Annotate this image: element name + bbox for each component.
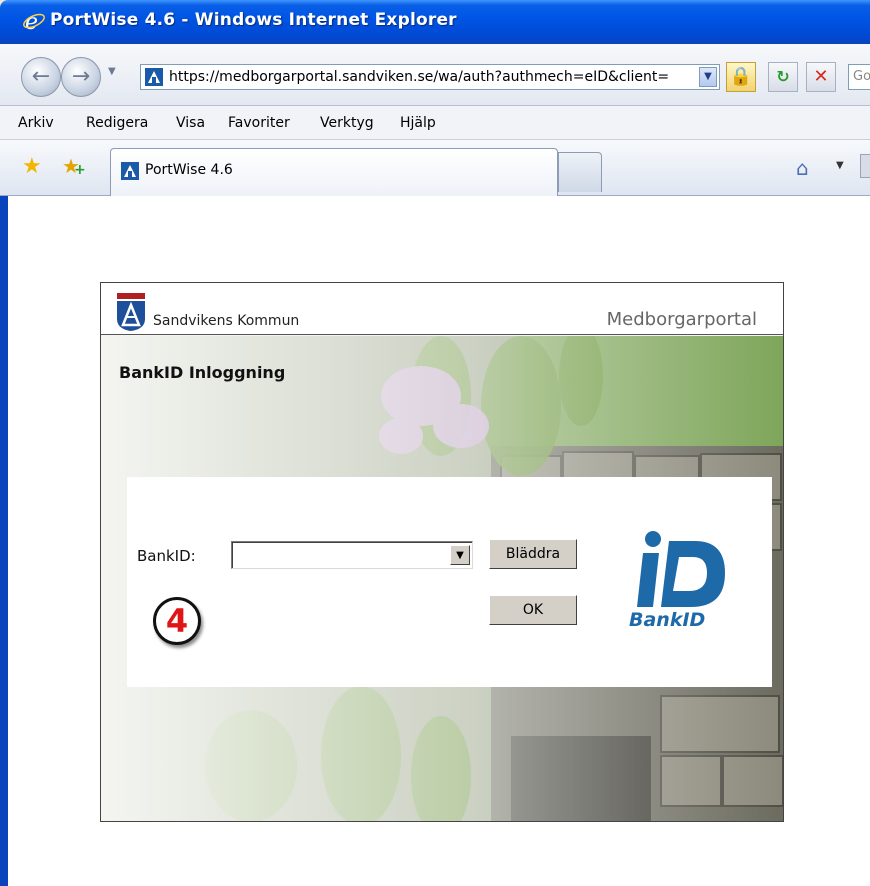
login-form: BankID: ▼ Bläddra OK 4 BankID	[127, 477, 772, 687]
chevron-down-icon: ▼	[456, 550, 464, 561]
ok-button[interactable]: OK	[489, 595, 577, 625]
tabs-bar: ★ ★ + PortWise 4.6 ⌂ ▼	[0, 140, 870, 196]
url-input[interactable]: https://medborgarportal.sandviken.se/wa/…	[140, 64, 720, 90]
menu-favoriter[interactable]: Favoriter	[228, 115, 290, 131]
portal-header: Sandvikens Kommun Medborgarportal	[101, 283, 783, 335]
step-number-badge: 4	[153, 597, 201, 645]
security-lock-button[interactable]: 🔒	[726, 62, 756, 92]
lock-icon: 🔒	[729, 66, 753, 87]
menu-bar: Arkiv Redigera Visa Favoriter Verktyg Hj…	[0, 106, 870, 140]
step-number: 4	[165, 602, 189, 640]
site-favicon-icon	[145, 68, 163, 86]
forward-button[interactable]: →	[61, 57, 101, 97]
browse-button[interactable]: Bläddra	[489, 539, 577, 569]
browser-window: e PortWise 4.6 - Windows Internet Explor…	[0, 0, 870, 886]
window-border	[0, 196, 8, 886]
bankid-field-label: BankID:	[137, 547, 196, 565]
favorites-star-icon[interactable]: ★	[22, 154, 42, 179]
history-dropdown-icon[interactable]: ▼	[108, 66, 116, 77]
close-icon: ✕	[813, 66, 829, 87]
plus-icon: +	[74, 162, 86, 178]
menu-hjalp[interactable]: Hjälp	[400, 115, 436, 131]
tab-portwise[interactable]: PortWise 4.6	[110, 148, 558, 196]
stop-button[interactable]: ✕	[806, 62, 836, 92]
page-title: BankID Inloggning	[119, 363, 286, 382]
search-placeholder: Go	[853, 69, 870, 84]
select-dropdown-button[interactable]: ▼	[450, 545, 470, 565]
url-dropdown-icon[interactable]: ▼	[699, 67, 717, 87]
municipality-crest-icon	[117, 293, 145, 331]
arrow-right-icon: →	[71, 64, 91, 89]
tab-label: PortWise 4.6	[145, 162, 233, 178]
url-text: https://medborgarportal.sandviken.se/wa/…	[169, 69, 670, 85]
arrow-left-icon: ←	[31, 64, 51, 89]
more-tools-button[interactable]	[860, 154, 870, 178]
login-portal: Sandvikens Kommun Medborgarportal BankID…	[100, 282, 784, 822]
menu-visa[interactable]: Visa	[176, 115, 205, 131]
refresh-button[interactable]: ↻	[768, 62, 798, 92]
home-icon[interactable]: ⌂	[796, 156, 809, 180]
address-bar: ← → ▼ https://medborgarportal.sandviken.…	[0, 44, 870, 106]
title-bar[interactable]: e PortWise 4.6 - Windows Internet Explor…	[0, 0, 870, 44]
chevron-down-icon[interactable]: ▼	[836, 160, 844, 171]
portal-name: Medborgarportal	[606, 309, 757, 330]
bankid-select[interactable]: ▼	[231, 541, 473, 569]
ie-logo-icon: e	[23, 10, 45, 33]
site-favicon-icon	[121, 162, 139, 180]
menu-redigera[interactable]: Redigera	[86, 115, 148, 131]
bankid-logo-text: BankID	[629, 609, 706, 631]
menu-verktyg[interactable]: Verktyg	[320, 115, 374, 131]
org-name: Sandvikens Kommun	[153, 313, 300, 329]
new-tab-button[interactable]	[558, 152, 602, 192]
back-button[interactable]: ←	[21, 57, 61, 97]
svg-text:e: e	[25, 10, 38, 33]
menu-arkiv[interactable]: Arkiv	[18, 115, 54, 131]
window-title: PortWise 4.6 - Windows Internet Explorer	[50, 10, 457, 30]
search-input[interactable]: Go	[848, 64, 870, 90]
refresh-icon: ↻	[776, 67, 790, 86]
